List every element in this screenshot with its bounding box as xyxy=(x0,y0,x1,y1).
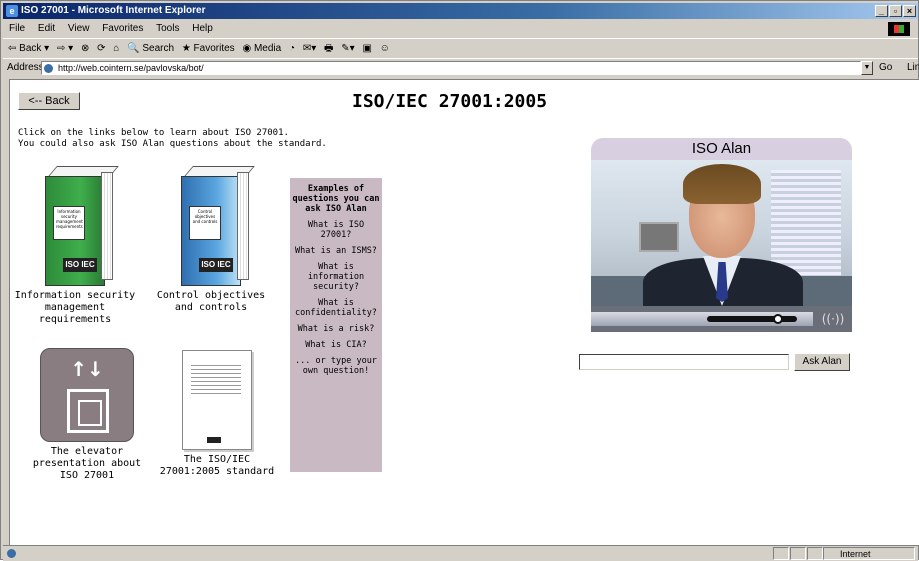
elevator-presentation-link[interactable]: ↑↓ The elevator presentation about ISO 2… xyxy=(22,348,152,482)
ask-alan-button[interactable]: Ask Alan xyxy=(794,353,850,371)
standard-document-link[interactable]: The ISO/IEC 27001:2005 standard xyxy=(152,350,282,478)
title-bar: e ISO 27001 - Microsoft Internet Explore… xyxy=(3,3,918,19)
address-dropdown-button[interactable]: ▼ xyxy=(861,61,873,75)
window-title: ISO 27001 - Microsoft Internet Explorer xyxy=(21,5,206,16)
sound-icon[interactable]: ((·)) xyxy=(817,309,849,329)
status-bar: Internet xyxy=(3,545,918,561)
maximize-button[interactable]: ▫ xyxy=(889,5,902,17)
isms-requirements-link[interactable]: Information security management requirem… xyxy=(10,166,140,326)
alan-avatar xyxy=(591,160,852,306)
menu-bar: File Edit View Favorites Tools Help xyxy=(3,21,918,37)
binder-label: Control objectives and controls xyxy=(189,206,221,240)
forward-toolbar-button[interactable]: ⇨ ▾ xyxy=(57,43,73,54)
menu-favorites[interactable]: Favorites xyxy=(102,23,143,34)
mail-icon[interactable]: ✉▾ xyxy=(303,43,316,54)
example-question-7: ... or type your own question! xyxy=(295,356,377,376)
control-objectives-link[interactable]: Control objectives and controls ISO IEC … xyxy=(146,166,276,314)
isms-caption-1[interactable]: Information security xyxy=(10,290,140,302)
iso-iec-logo: ISO IEC xyxy=(199,258,233,272)
alan-avatar-panel: ISO Alan ((·)) xyxy=(591,138,852,334)
address-label: Address xyxy=(7,62,44,73)
up-down-arrows-icon: ↑↓ xyxy=(70,357,104,381)
menu-help[interactable]: Help xyxy=(192,23,213,34)
isms-caption-2[interactable]: management requirements xyxy=(10,302,140,326)
examples-title: Examples of questions you can ask ISO Al… xyxy=(292,184,380,214)
standard-caption-2[interactable]: 27001:2005 standard xyxy=(152,466,282,478)
favorites-toolbar-button[interactable]: ★ Favorites xyxy=(182,43,235,54)
menu-view[interactable]: View xyxy=(68,23,90,34)
menu-tools[interactable]: Tools xyxy=(156,23,179,34)
page-content: <-- Back ISO/IEC 27001:2005 Click on the… xyxy=(9,79,919,545)
elevator-caption-1[interactable]: The elevator xyxy=(22,446,152,458)
examples-panel: Examples of questions you can ask ISO Al… xyxy=(290,178,382,472)
iso-iec-logo: ISO IEC xyxy=(63,258,97,272)
stop-icon[interactable]: ⊗ xyxy=(81,43,89,54)
address-input[interactable]: http://web.cointern.se/pavlovska/bot/ xyxy=(41,61,861,75)
intro-line-2: You could also ask ISO Alan questions ab… xyxy=(18,139,327,149)
progress-knob[interactable] xyxy=(773,314,783,324)
address-bar: Address http://web.cointern.se/pavlovska… xyxy=(3,58,919,77)
example-question-5[interactable]: What is a risk? xyxy=(290,324,382,334)
blue-binder-icon: Control objectives and controls ISO IEC xyxy=(171,166,255,286)
refresh-icon[interactable]: ⟳ xyxy=(97,43,105,54)
binder-label: Information security management requirem… xyxy=(53,206,85,240)
search-toolbar-button[interactable]: 🔍 Search xyxy=(127,43,174,54)
intro-text: Click on the links below to learn about … xyxy=(18,128,327,150)
print-icon[interactable]: 🖶 xyxy=(324,43,333,54)
example-question-4[interactable]: What is confidentiality? xyxy=(290,298,382,318)
back-button[interactable]: <-- Back xyxy=(18,92,80,110)
edit-icon[interactable]: ✎▾ xyxy=(341,43,354,54)
standard-caption-1[interactable]: The ISO/IEC xyxy=(152,454,282,466)
page-title: ISO/IEC 27001:2005 xyxy=(352,91,548,112)
example-question-2[interactable]: What is an ISMS? xyxy=(290,246,382,256)
go-button[interactable]: Go xyxy=(879,59,892,77)
question-input[interactable] xyxy=(579,354,789,370)
elevator-caption-2[interactable]: presentation about xyxy=(22,458,152,470)
elevator-caption-3[interactable]: ISO 27001 xyxy=(22,470,152,482)
minimize-button[interactable]: _ xyxy=(875,5,888,17)
home-icon[interactable]: ⌂ xyxy=(113,43,119,54)
discuss-icon[interactable]: ▣ xyxy=(362,43,371,54)
alan-name: ISO Alan xyxy=(591,138,852,160)
controls-caption-1[interactable]: Control objectives xyxy=(146,290,276,302)
windows-flag-icon xyxy=(888,22,910,36)
close-button[interactable]: × xyxy=(903,5,916,17)
menu-edit[interactable]: Edit xyxy=(38,23,55,34)
intro-line-1: Click on the links below to learn about … xyxy=(18,128,289,138)
messenger-icon[interactable]: ☺ xyxy=(380,43,390,54)
links-label[interactable]: Lin xyxy=(907,59,919,77)
elevator-icon: ↑↓ xyxy=(40,348,134,442)
example-question-6[interactable]: What is CIA? xyxy=(290,340,382,350)
media-toolbar-button[interactable]: ◉ Media xyxy=(242,43,281,54)
security-zone: Internet xyxy=(823,547,915,560)
controls-caption-2[interactable]: and controls xyxy=(146,302,276,314)
ie-logo-icon: e xyxy=(6,5,18,17)
page-status-icon xyxy=(7,549,16,558)
toolbar: ⇦ Back ▾ ⇨ ▾ ⊗ ⟳ ⌂ 🔍 Search ★ Favorites … xyxy=(3,38,918,58)
page-icon xyxy=(44,64,53,73)
example-question-3[interactable]: What is information security? xyxy=(290,262,382,292)
example-question-1[interactable]: What is ISO 27001? xyxy=(290,220,382,240)
history-icon[interactable]: ◔ xyxy=(289,43,295,54)
green-binder-icon: Information security management requirem… xyxy=(35,166,119,286)
menu-file[interactable]: File xyxy=(9,23,25,34)
progress-bar xyxy=(707,316,797,322)
document-icon xyxy=(182,350,252,450)
alan-playback-controls: ((·)) xyxy=(591,306,852,332)
browser-window: e ISO 27001 - Microsoft Internet Explore… xyxy=(0,0,919,561)
back-toolbar-button[interactable]: ⇦ Back ▾ xyxy=(8,43,49,54)
monitor-icon xyxy=(639,222,679,252)
